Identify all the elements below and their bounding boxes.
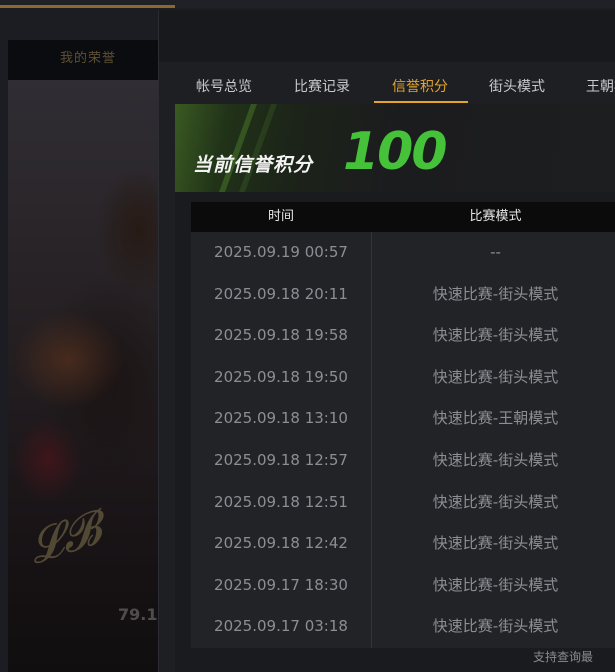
row-time: 2025.09.17 03:18 [214, 617, 348, 636]
tab-credit-score[interactable]: 信誉积分 [375, 74, 465, 100]
credit-score-value: 100 [343, 122, 448, 182]
table-row: 2025.09.17 03:18 快速比赛-街头模式 [191, 606, 615, 648]
table-header: 时间 比赛模式 [191, 202, 615, 232]
tab-match-records[interactable]: 比赛记录 [277, 74, 367, 100]
credit-score-label: 当前信誉积分 [193, 154, 314, 176]
row-mode: 快速比赛-街头模式 [432, 367, 559, 386]
column-header-time: 时间 [267, 209, 294, 224]
top-bar [0, 0, 615, 8]
table-row: 2025.09.18 12:57 快速比赛-街头模式 [191, 440, 615, 482]
top-bar-accent [0, 5, 175, 8]
row-time: 2025.09.17 18:30 [214, 575, 348, 594]
row-mode: 快速比赛-街头模式 [432, 284, 559, 303]
row-mode: 快速比赛-街头模式 [432, 617, 559, 636]
row-mode: 快速比赛-街头模式 [432, 534, 559, 553]
row-mode: 快速比赛-街头模式 [432, 451, 559, 469]
credit-score-content: 当前信誉积分 100 时间 比赛模式 2025.09.19 00:57 -- 202… [175, 104, 615, 672]
table-row: 2025.09.17 18:30 快速比赛-街头模式 [191, 565, 615, 607]
credit-score-banner: 当前信誉积分 100 [175, 104, 615, 192]
credit-record-table: 时间 比赛模式 2025.09.19 00:57 -- 2025.09.18 20:… [191, 202, 615, 648]
row-mode: -- [490, 243, 501, 261]
table-row: 2025.09.18 12:42 快速比赛-街头模式 [191, 523, 615, 565]
table-row: 2025.09.18 13:10 快速比赛-王朝模式 [191, 398, 615, 440]
row-time: 2025.09.18 12:42 [214, 534, 348, 553]
row-mode: 快速比赛-街头模式 [432, 326, 559, 345]
tab-account-overview[interactable]: 帐号总览 [179, 74, 269, 100]
row-mode: 快速比赛-街头模式 [432, 492, 559, 511]
query-hint-text: 支持查询最 [533, 650, 594, 664]
banner-stripe [238, 104, 278, 192]
column-header-mode: 比赛模式 [469, 209, 522, 224]
table-row: 2025.09.18 20:11 快速比赛-街头模式 [191, 274, 615, 316]
tab-street-mode[interactable]: 街头模式 [472, 74, 562, 100]
row-mode: 快速比赛-王朝模式 [432, 409, 559, 428]
active-tab-indicator [374, 101, 468, 103]
row-time: 2025.09.18 19:50 [214, 367, 348, 386]
table-row: 2025.09.18 19:58 快速比赛-街头模式 [191, 315, 615, 357]
background-dim-overlay [8, 40, 168, 672]
row-time: 2025.09.18 12:51 [214, 492, 348, 511]
table-row: 2025.09.19 00:57 -- [191, 232, 615, 274]
banner-stripe [218, 104, 258, 192]
table-row: 2025.09.18 19:50 快速比赛-街头模式 [191, 357, 615, 399]
row-time: 2025.09.19 00:57 [214, 243, 348, 261]
row-time: 2025.09.18 19:58 [214, 326, 348, 345]
row-mode: 快速比赛-街头模式 [432, 575, 559, 594]
row-time: 2025.09.18 13:10 [214, 409, 348, 428]
tab-dynasty-mode[interactable]: 王朝模式 [569, 74, 615, 100]
background-honor-panel: 我的荣誉 𝓛𝓑 79.1 [8, 40, 168, 672]
row-time: 2025.09.18 12:57 [214, 451, 348, 469]
table-row: 2025.09.18 12:51 快速比赛-街头模式 [191, 482, 615, 524]
modal-header [159, 10, 615, 62]
row-time: 2025.09.18 20:11 [214, 284, 348, 303]
account-modal: 帐号总览 比赛记录 信誉积分 街头模式 王朝模式 当前信誉积分 100 时间 比… [158, 10, 615, 672]
